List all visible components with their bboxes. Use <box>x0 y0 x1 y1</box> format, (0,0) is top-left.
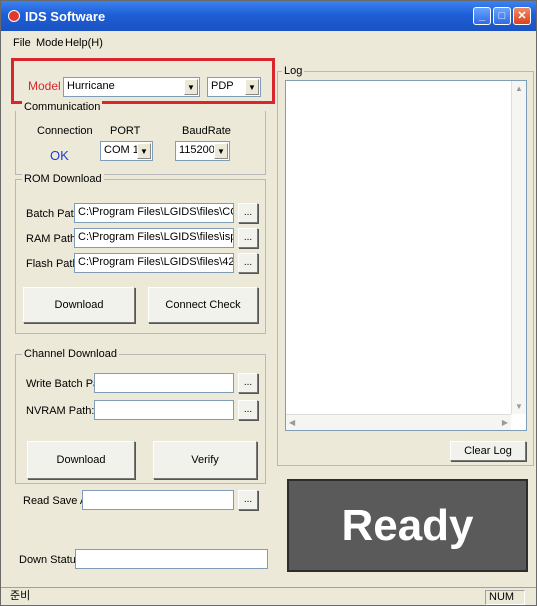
nvram-path-field[interactable] <box>94 400 234 420</box>
scroll-down-icon[interactable]: ▼ <box>515 402 523 411</box>
log-group-title: Log <box>282 65 305 77</box>
connection-label: Connection <box>37 125 93 137</box>
scroll-right-icon[interactable]: ▶ <box>502 418 508 427</box>
clear-log-button[interactable]: Clear Log <box>450 441 526 461</box>
port-select-value: COM 1 <box>104 144 139 156</box>
log-vertical-scrollbar[interactable]: ▲ ▼ <box>511 81 526 414</box>
menu-mode[interactable]: Mode <box>36 37 64 49</box>
model-highlight-box <box>11 58 275 104</box>
rom-download-group-title: ROM Download <box>22 173 104 185</box>
app-window: IDS Software _ □ ✕ File Mode Help(H) Mod… <box>0 0 537 606</box>
baudrate-label: BaudRate <box>182 125 231 137</box>
down-status-field <box>75 549 268 569</box>
minimize-button[interactable]: _ <box>473 7 491 25</box>
write-batch-path-field[interactable] <box>94 373 234 393</box>
scroll-up-icon[interactable]: ▲ <box>515 84 523 93</box>
connection-status: OK <box>50 148 69 163</box>
ram-path-field[interactable]: C:\Program Files\LGIDS\files\isp_16_e <box>74 228 234 248</box>
flash-path-browse-button[interactable]: ... <box>238 253 258 273</box>
port-select[interactable]: COM 1 ▼ <box>100 141 153 161</box>
baudrate-select-value: 115200 <box>179 144 215 156</box>
log-horizontal-scrollbar[interactable]: ◀ ▶ <box>286 414 511 430</box>
ram-path-label: RAM Path: <box>26 233 80 245</box>
connect-check-button[interactable]: Connect Check <box>148 287 258 323</box>
communication-group-title: Communication <box>22 101 103 113</box>
batch-path-browse-button[interactable]: ... <box>238 203 258 223</box>
read-save-as-field[interactable] <box>82 490 234 510</box>
read-save-as-browse-button[interactable]: ... <box>238 490 258 510</box>
rom-download-button[interactable]: Download <box>23 287 135 323</box>
title-bar[interactable]: IDS Software _ □ ✕ <box>1 1 536 31</box>
baudrate-select[interactable]: 115200 ▼ <box>175 141 230 161</box>
window-title: IDS Software <box>25 9 106 24</box>
menu-bar: File Mode Help(H) <box>1 33 536 53</box>
maximize-button[interactable]: □ <box>493 7 511 25</box>
nvram-browse-button[interactable]: ... <box>238 400 258 420</box>
channel-download-button[interactable]: Download <box>27 441 135 479</box>
log-textarea[interactable]: ▲ ▼ ◀ ▶ <box>285 80 527 431</box>
batch-path-field[interactable]: C:\Program Files\LGIDS\files\CORTEZ <box>74 203 234 223</box>
menu-file[interactable]: File <box>13 37 31 49</box>
chevron-down-icon[interactable]: ▼ <box>137 143 151 159</box>
num-lock-indicator: NUM <box>485 590 525 605</box>
menu-help[interactable]: Help(H) <box>65 37 103 49</box>
app-logo-icon <box>8 10 20 22</box>
flash-path-field[interactable]: C:\Program Files\LGIDS\files\42PC5D- <box>74 253 234 273</box>
write-batch-browse-button[interactable]: ... <box>238 373 258 393</box>
port-label: PORT <box>110 125 141 137</box>
status-bar-text: 준비 <box>10 590 31 602</box>
scroll-left-icon[interactable]: ◀ <box>289 418 295 427</box>
nvram-path-label: NVRAM Path: <box>26 405 95 417</box>
chevron-down-icon[interactable]: ▼ <box>214 143 228 159</box>
channel-download-group-title: Channel Download <box>22 348 119 360</box>
close-button[interactable]: ✕ <box>513 7 531 25</box>
verify-button[interactable]: Verify <box>153 441 257 479</box>
ready-status-panel: Ready <box>287 479 528 572</box>
ram-path-browse-button[interactable]: ... <box>238 228 258 248</box>
status-bar: 준비 NUM <box>1 587 536 605</box>
